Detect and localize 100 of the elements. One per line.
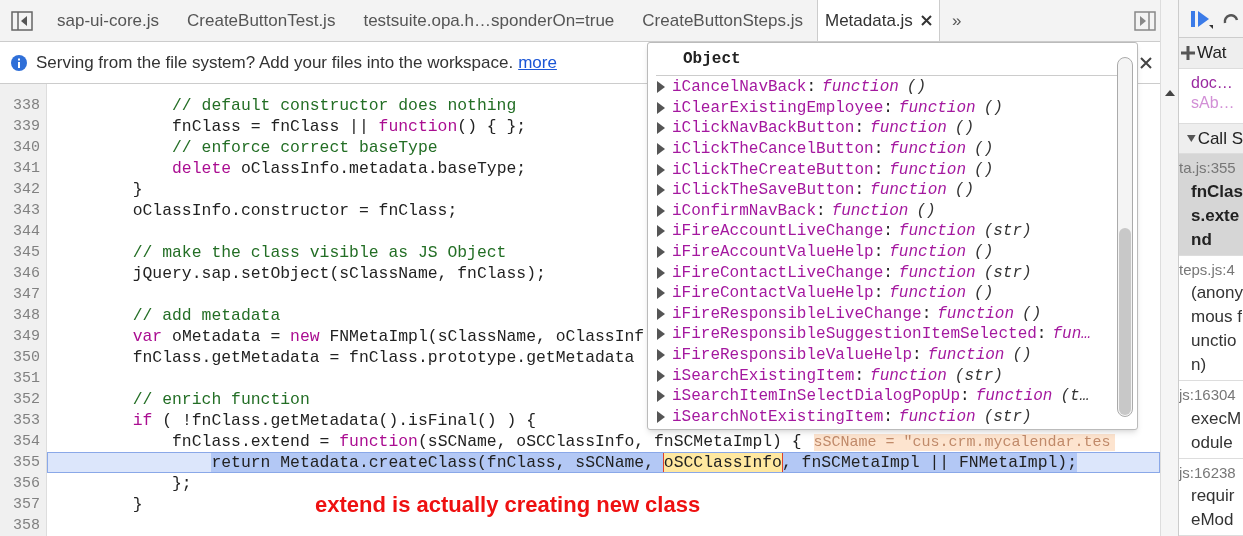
code-line: // add metadata xyxy=(131,305,281,326)
code-line: jQuery.sap.setObject(sClassName, fnClass); xyxy=(131,263,546,284)
expand-arrow-icon[interactable] xyxy=(656,287,666,300)
property-row[interactable]: iFireResponsibleSuggestionItemSelected: fun… xyxy=(656,324,1117,345)
property-row[interactable]: iFireAccountLiveChange: function (str) xyxy=(656,221,1117,242)
resume-icon[interactable] xyxy=(1191,8,1213,29)
code-line: if ( !fnClass.getMetadata().isFinal() ) { xyxy=(131,410,536,431)
property-row[interactable]: iFireContactValueHelp: function () xyxy=(656,282,1117,304)
frame-function: requireMod xyxy=(1190,485,1236,531)
property-row[interactable]: iFireResponsibleValueHelp: function () xyxy=(656,344,1117,366)
expand-arrow-icon[interactable] xyxy=(656,225,666,238)
property-row[interactable]: iCancelNavBack: function () xyxy=(656,77,1117,98)
scrollbar[interactable] xyxy=(1117,57,1133,417)
code-line: // enforce correct baseType xyxy=(171,137,438,158)
close-icon[interactable] xyxy=(920,15,932,26)
panel-toggle-icon[interactable] xyxy=(1134,10,1156,31)
line-number: 352 xyxy=(0,389,47,410)
watch-expression: sAb… xyxy=(1191,93,1236,113)
expand-arrow-icon[interactable] xyxy=(656,390,666,403)
property-row[interactable]: iClickTheSaveButton: function () xyxy=(656,179,1117,201)
line-number: 355 xyxy=(0,452,47,473)
property-row[interactable]: iSearchNotExistingItem: function (str) xyxy=(656,406,1117,428)
code-line: }; xyxy=(171,473,192,494)
code-line: fnClass = fnClass || function() { }; xyxy=(171,116,527,137)
call-frame[interactable]: ta.js:355 fnClass.extend xyxy=(1179,154,1243,256)
expand-arrow-icon[interactable] xyxy=(656,246,666,259)
line-number: 346 xyxy=(0,263,47,284)
line-number: 345 xyxy=(0,242,47,263)
expand-arrow-icon[interactable] xyxy=(656,349,666,361)
property-row[interactable]: iConfirmNavBack: function () xyxy=(656,200,1117,222)
expand-arrow-icon[interactable] xyxy=(656,410,666,423)
line-number: 349 xyxy=(0,326,47,347)
more-tabs-button[interactable]: » xyxy=(951,7,962,34)
file-tab[interactable]: CreateButtonTest.js xyxy=(173,0,350,41)
line-number: 357 xyxy=(0,494,47,515)
frame-location: js:16238 xyxy=(1179,462,1237,483)
code-line: return Metadata.createClass(fnClass, sSCName, oSCClassInfo, fnSCMetaImpl || FNMetaImpl); xyxy=(210,452,1077,473)
scroll-up-icon[interactable] xyxy=(1164,90,1175,96)
code-line: } xyxy=(131,179,143,200)
plus-icon[interactable] xyxy=(1181,46,1195,61)
expand-arrow-icon[interactable] xyxy=(656,101,666,114)
file-tab[interactable]: CreateButtonSteps.js xyxy=(628,0,817,41)
property-row[interactable]: iClickTheCancelButton: function () xyxy=(656,138,1117,160)
frame-function: fnClass.extend xyxy=(1190,180,1243,251)
more-link[interactable]: more xyxy=(518,49,557,76)
line-number: 353 xyxy=(0,410,47,431)
code-line: // default constructor does nothing xyxy=(171,95,517,116)
info-icon xyxy=(11,54,27,71)
frame-location: js:16304 xyxy=(1179,385,1237,405)
property-row[interactable]: iSearchItemInSelectDialogPopUp: function (t… xyxy=(656,385,1117,407)
code-line: } xyxy=(131,494,143,515)
line-number: 348 xyxy=(0,305,47,326)
line-number: 338 xyxy=(0,95,47,116)
code-line: // enrich function xyxy=(131,389,310,410)
line-number: 340 xyxy=(0,137,47,158)
watch-header[interactable]: Wat xyxy=(1179,38,1243,69)
line-number: 343 xyxy=(0,200,47,221)
line-number: 339 xyxy=(0,116,47,137)
file-tab[interactable]: Metadata.js xyxy=(817,0,940,41)
property-row[interactable]: iClickTheCreateButton: function () xyxy=(656,159,1117,180)
expand-arrow-icon[interactable] xyxy=(656,143,666,156)
popover-title: Object xyxy=(656,43,1117,76)
property-row[interactable]: iFireContactLiveChange: function (str) xyxy=(656,262,1117,283)
close-icon[interactable] xyxy=(1140,56,1152,69)
expand-arrow-icon[interactable] xyxy=(656,307,666,320)
line-number: 342 xyxy=(0,179,47,200)
frame-location: ta.js:355 xyxy=(1179,158,1237,178)
property-row[interactable]: iFireAccountValueHelp: function () xyxy=(656,241,1117,263)
line-number: 356 xyxy=(0,473,47,494)
call-stack-header[interactable]: Call S xyxy=(1179,123,1243,154)
code-line: oClassInfo.constructor = fnClass; xyxy=(131,200,458,221)
property-row[interactable]: iClickNavBackButton: function () xyxy=(656,118,1117,139)
property-row[interactable]: iFireResponsibleLiveChange: function () xyxy=(656,303,1117,325)
line-number: 351 xyxy=(0,368,47,389)
code-line: var oMetadata = new FNMetaImpl(sClassName, oClassInf xyxy=(131,326,645,347)
code-line: delete oClassInfo.metadata.baseType; xyxy=(171,158,527,179)
watch-title: Wat xyxy=(1197,42,1227,65)
line-number: 350 xyxy=(0,347,47,368)
expand-arrow-icon[interactable] xyxy=(656,184,666,197)
collapse-arrow-icon[interactable] xyxy=(1187,134,1196,143)
property-row[interactable]: iClearExistingEmployee: function () xyxy=(656,97,1117,119)
expand-arrow-icon[interactable] xyxy=(656,328,666,341)
expand-arrow-icon[interactable] xyxy=(656,163,666,176)
file-tab[interactable]: sap-ui-core.js xyxy=(43,0,174,41)
property-row[interactable]: iSearchExistingItem: function (str) xyxy=(656,365,1117,386)
expand-arrow-icon[interactable] xyxy=(656,369,666,382)
watch-expression: doc… xyxy=(1191,73,1234,93)
expand-arrow-icon[interactable] xyxy=(656,81,666,94)
line-number: 358 xyxy=(0,515,47,536)
sidebar-toggle-icon[interactable] xyxy=(11,10,33,31)
line-number: 347 xyxy=(0,284,47,305)
file-tab[interactable]: testsuite.opa.h…sponderOn=true xyxy=(349,0,629,41)
expand-arrow-icon[interactable] xyxy=(656,122,666,135)
info-message: Serving from the file system? Add your files into the workspace. xyxy=(36,51,514,74)
frame-function: execModule xyxy=(1190,407,1243,454)
expand-arrow-icon[interactable] xyxy=(656,266,666,279)
code-line: fnClass.getMetadata = fnClass.prototype.getMetadata xyxy=(131,347,635,368)
expand-arrow-icon[interactable] xyxy=(656,204,666,217)
line-number: 341 xyxy=(0,158,47,179)
line-number: 354 xyxy=(0,431,47,452)
